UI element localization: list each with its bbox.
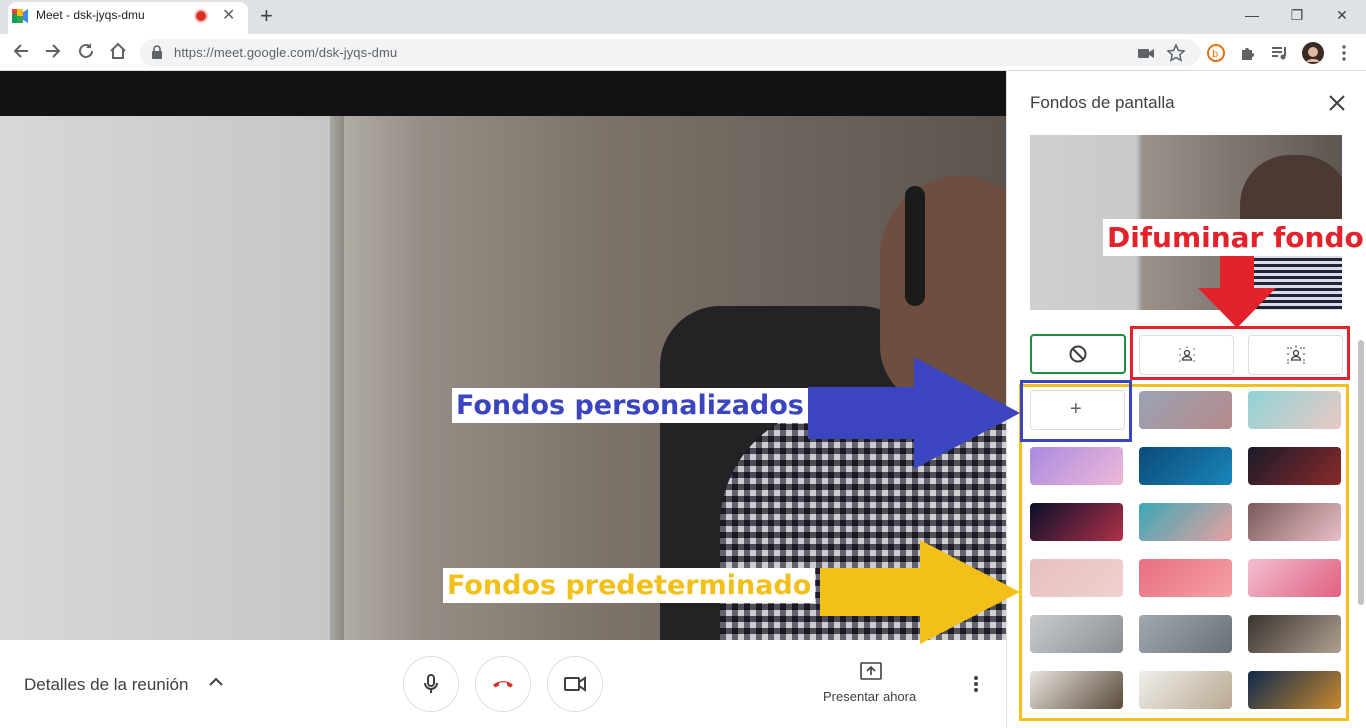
svg-text:b: b (1212, 49, 1218, 60)
hang-up-icon (493, 681, 513, 688)
recording-indicator-icon (196, 11, 206, 21)
video-camera-icon (564, 676, 586, 692)
end-call-button[interactable] (475, 656, 531, 712)
blur-options-highlight (1130, 326, 1350, 380)
microphone-icon (424, 674, 438, 693)
present-now-button[interactable]: Presentar ahora (823, 689, 916, 704)
window-close-button[interactable]: ✕ (1322, 4, 1362, 26)
minimize-button[interactable]: — (1232, 4, 1272, 26)
custom-annotation-label: Fondos personalizados (452, 388, 808, 423)
chevron-up-icon[interactable] (206, 672, 226, 692)
blue-arrow-right-icon (808, 357, 1020, 469)
media-control-icon[interactable] (1270, 43, 1290, 63)
lock-icon[interactable] (152, 45, 162, 59)
forward-arrow-icon[interactable] (42, 42, 64, 64)
no-effect-icon (1069, 345, 1087, 363)
red-arrow-down-icon (1198, 252, 1276, 328)
microphone-button[interactable] (403, 656, 459, 712)
present-screen-icon[interactable] (860, 662, 882, 680)
profile-avatar[interactable] (1302, 42, 1324, 64)
browser-menu-icon[interactable] (1334, 43, 1354, 63)
url-text[interactable]: https://meet.google.com/dsk-jyqs-dmu (174, 45, 397, 60)
bookmark-star-icon[interactable] (1166, 43, 1186, 63)
extensions-puzzle-icon[interactable] (1238, 43, 1258, 63)
close-icon[interactable] (1326, 92, 1348, 114)
video-headset (905, 186, 925, 306)
panel-title: Fondos de pantalla (1030, 93, 1175, 112)
reload-icon[interactable] (75, 42, 97, 64)
custom-background-highlight (1020, 380, 1132, 442)
video-wall-edge (330, 116, 344, 640)
yellow-arrow-right-icon (820, 540, 1020, 644)
more-options-icon[interactable] (966, 674, 986, 694)
meet-logo-icon (12, 9, 28, 23)
blur-annotation-label: Difuminar fondo (1103, 219, 1366, 256)
camera-indicator-icon[interactable] (1136, 43, 1156, 63)
meeting-details-button[interactable]: Detalles de la reunión (24, 675, 188, 695)
tab-title: Meet - dsk-jyqs-dmu (36, 8, 145, 22)
extension-orange-icon[interactable]: b (1206, 43, 1226, 63)
no-background-button[interactable] (1030, 334, 1126, 374)
video-wall (0, 116, 330, 640)
panel-scrollbar[interactable] (1358, 340, 1364, 605)
video-top-bar (0, 71, 1006, 116)
back-arrow-icon[interactable] (10, 42, 32, 64)
new-tab-button[interactable]: + (260, 4, 273, 28)
restore-button[interactable]: ❐ (1277, 4, 1317, 26)
tab-close-button[interactable]: ✕ (222, 6, 235, 26)
camera-button[interactable] (547, 656, 603, 712)
home-icon[interactable] (107, 42, 129, 64)
preset-annotation-label: Fondos predeterminado (443, 568, 816, 603)
